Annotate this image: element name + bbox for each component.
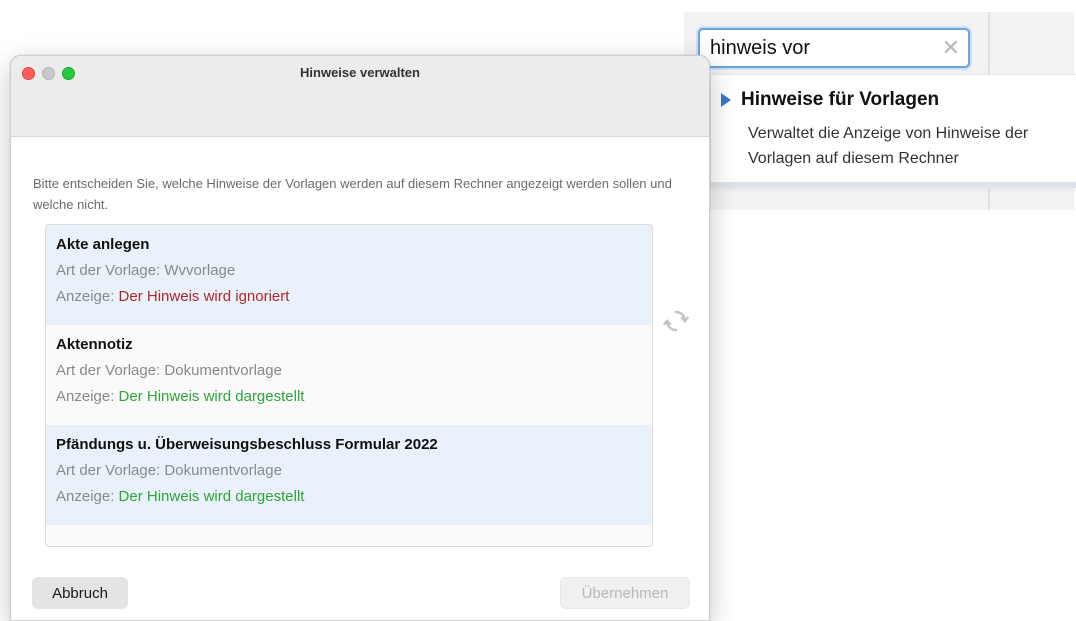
display-label: Anzeige: [56, 488, 119, 505]
item-title: Pfändungs u. Überweisungsbeschluss Formu… [56, 436, 438, 453]
list-item[interactable]: Aktennotiz Art der Vorlage: Dokumentvorl… [46, 325, 652, 425]
apply-button[interactable]: Übernehmen [560, 577, 690, 609]
suggestion-description: Verwaltet die Anzeige von Hinweise der V… [748, 125, 1029, 167]
display-status[interactable]: Der Hinweis wird dargestellt [119, 388, 305, 405]
item-display[interactable]: Anzeige: Der Hinweis wird dargestellt [56, 387, 642, 407]
display-label: Anzeige: [56, 288, 119, 305]
suggestion-title-row: Hinweise für Vorlagen [721, 89, 939, 111]
dialog-title: Hinweise verwalten [300, 65, 420, 80]
intro-text: Bitte entscheiden Sie, welche Hinweise d… [33, 176, 672, 212]
display-status[interactable]: Der Hinweis wird ignoriert [119, 288, 290, 305]
clear-icon[interactable]: ✕ [942, 37, 960, 59]
refresh-icon[interactable] [663, 308, 689, 334]
list-item[interactable]: Akte anlegen Art der Vorlage: Wvvorlage … [46, 225, 652, 325]
suggestion-title: Hinweise für Vorlagen [741, 89, 940, 110]
item-title: Akte anlegen [56, 236, 150, 253]
cancel-button[interactable]: Abbruch [32, 577, 128, 609]
item-type: Art der Vorlage: Dokumentvorlage [56, 462, 282, 479]
item-display[interactable]: Anzeige: Der Hinweis wird dargestellt [56, 487, 642, 507]
item-title: Aktennotiz [56, 336, 133, 353]
notice-list[interactable]: Akte anlegen Art der Vorlage: Wvvorlage … [45, 224, 653, 547]
search-field[interactable]: hinweis vor ✕ [698, 28, 970, 68]
item-type: Art der Vorlage: Dokumentvorlage [56, 362, 282, 379]
list-item[interactable]: Pfändungs u. Überweisungsbeschluss Formu… [46, 425, 652, 525]
display-status[interactable]: Der Hinweis wird dargestellt [119, 488, 305, 505]
dialog-window: Hinweise verwalten Bitte entscheiden Sie… [10, 55, 710, 621]
display-label: Anzeige: [56, 388, 119, 405]
search-input[interactable]: hinweis vor [710, 37, 942, 60]
search-suggestion[interactable]: Hinweise für Vorlagen Verwaltet die Anze… [710, 74, 1076, 188]
item-display[interactable]: Anzeige: Der Hinweis wird ignoriert [56, 287, 642, 307]
titlebar: Hinweise verwalten [11, 56, 709, 137]
item-type: Art der Vorlage: Wvvorlage [56, 262, 236, 279]
disclosure-arrow-icon [721, 93, 731, 107]
